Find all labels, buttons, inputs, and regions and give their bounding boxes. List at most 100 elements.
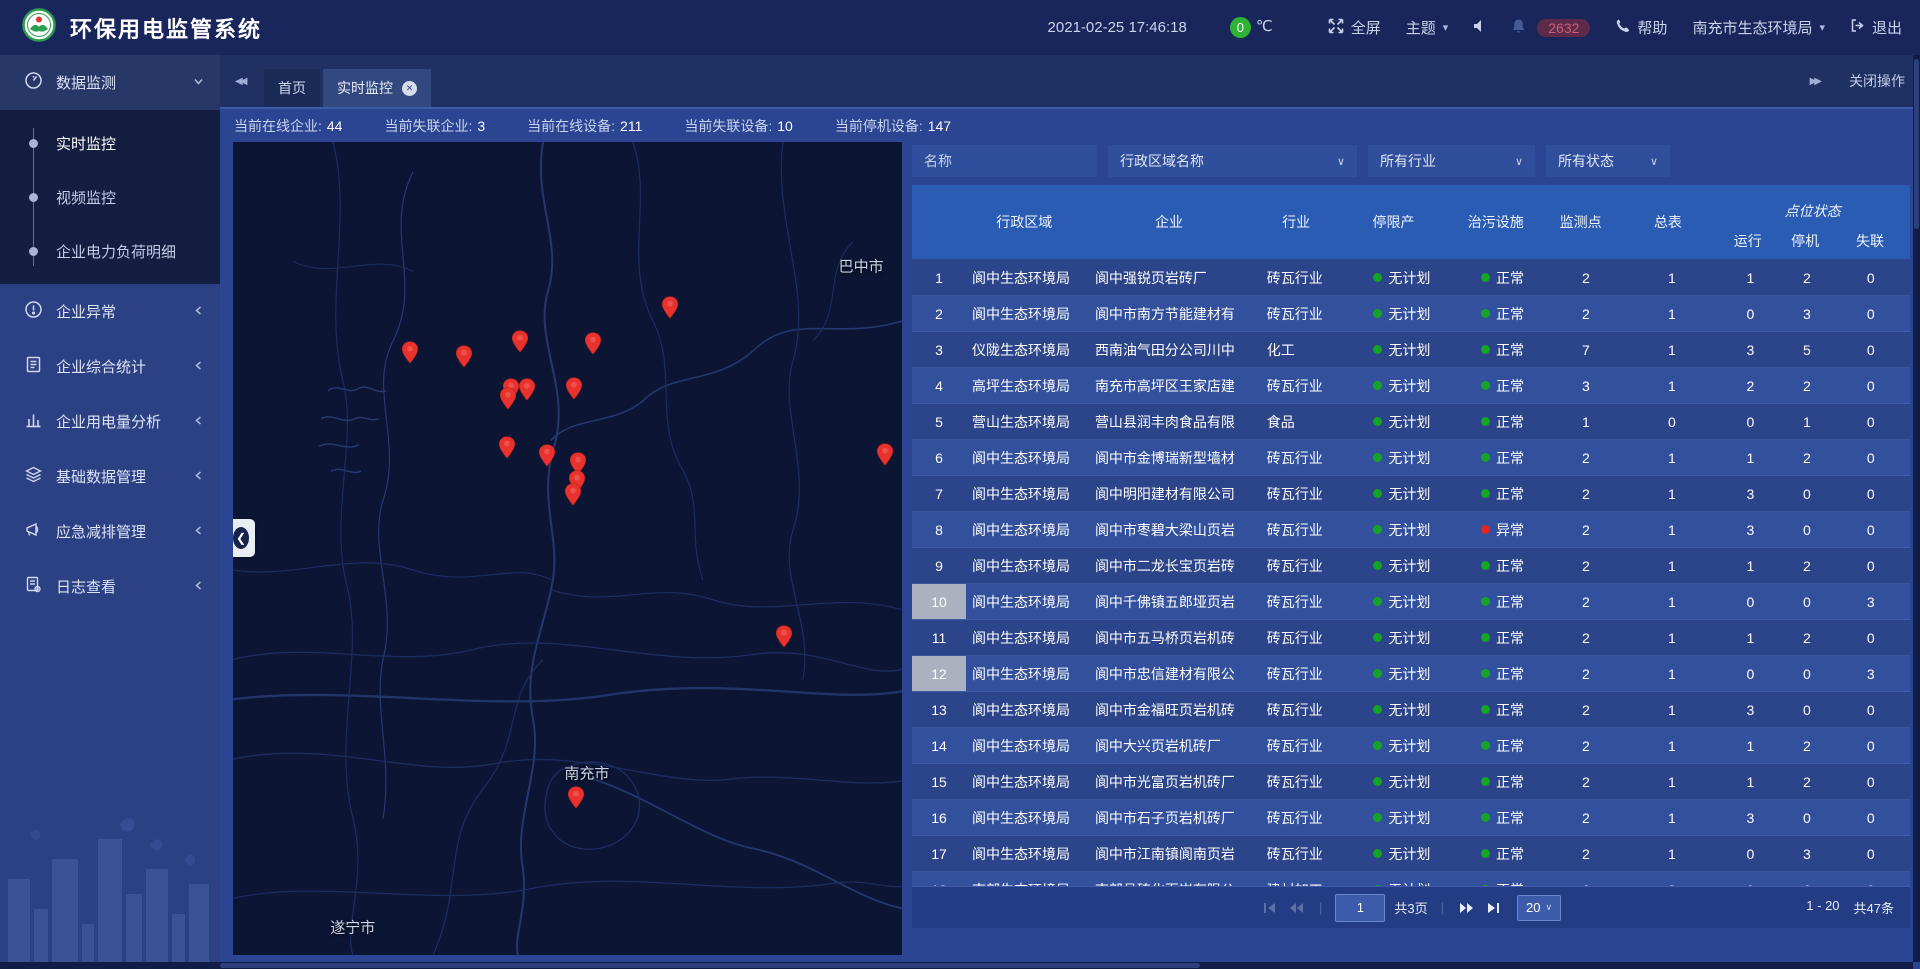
vertical-scrollbar[interactable] — [1913, 55, 1920, 962]
treatment-text: 正常 — [1496, 628, 1524, 648]
notifications-button[interactable]: 2632 — [1511, 18, 1590, 38]
table-row[interactable]: 4高坪生态环境局南充市高坪区王家店建砖瓦行业无计划正常31220 — [912, 368, 1910, 404]
table-row[interactable]: 17阆中生态环境局阆中市江南镇阆南页岩砖瓦行业无计划正常21030 — [912, 836, 1910, 872]
sidebar-item-power-load-detail[interactable]: 企业电力负荷明细 — [0, 224, 220, 278]
sidebar-group-log-view[interactable]: 日志查看 — [0, 559, 220, 614]
map-pin[interactable] — [512, 330, 529, 353]
sidebar-item-video-monitor[interactable]: 视频监控 — [0, 170, 220, 224]
status-dot-icon — [1373, 777, 1382, 786]
table-row[interactable]: 15阆中生态环境局阆中市光富页岩机砖厂砖瓦行业无计划正常21120 — [912, 764, 1910, 800]
table-row[interactable]: 5营山生态环境局营山县润丰肉食品有限食品无计划正常10010 — [912, 404, 1910, 440]
cell-index: 15 — [912, 764, 966, 799]
page-size-select[interactable]: 20 ∨ — [1517, 895, 1561, 921]
map-pin[interactable] — [499, 387, 516, 410]
prev-page-button[interactable] — [1287, 900, 1306, 916]
next-page-button[interactable] — [1457, 900, 1476, 916]
map-pin[interactable] — [538, 444, 555, 467]
sidebar-group-enterprise-stats[interactable]: 企业综合统计 — [0, 339, 220, 394]
map-pin[interactable] — [584, 332, 601, 355]
table-row[interactable]: 2阆中生态环境局阆中市南方节能建材有砖瓦行业无计划正常21030 — [912, 296, 1910, 332]
name-filter-input[interactable] — [912, 145, 1097, 177]
cell-treatment: 正常 — [1458, 548, 1546, 583]
map-pin[interactable] — [518, 378, 535, 401]
first-page-button[interactable] — [1261, 900, 1278, 916]
sidebar-group-emergency-reduction[interactable]: 应急减排管理 — [0, 504, 220, 559]
sidebar-collapse-button[interactable]: ❮ — [233, 519, 255, 557]
table-row[interactable]: 8阆中生态环境局阆中市枣碧大梁山页岩砖瓦行业无计划异常21300 — [912, 512, 1910, 548]
tab-close-icon[interactable]: ✕ — [402, 81, 417, 96]
table-row[interactable]: 12阆中生态环境局阆中市忠信建材有限公砖瓦行业无计划正常21003 — [912, 656, 1910, 692]
org-dropdown[interactable]: 南充市生态环境局 ▾ — [1692, 17, 1825, 38]
table-row[interactable]: 11阆中生态环境局阆中市五马桥页岩机砖砖瓦行业无计划正常21120 — [912, 620, 1910, 656]
last-page-button[interactable] — [1485, 900, 1502, 916]
sidebar-item-realtime-monitor[interactable]: 实时监控 — [0, 116, 220, 170]
map-pin[interactable] — [564, 483, 581, 506]
stat-item: 当前失联企业:3 — [384, 116, 485, 136]
close-operations-button[interactable]: 关闭操作 — [1849, 71, 1905, 91]
status-dot-icon — [1373, 453, 1382, 462]
status-filter-select[interactable]: 所有状态 ∨ — [1546, 145, 1670, 177]
table-row[interactable]: 13阆中生态环境局阆中市金福旺页岩机砖砖瓦行业无计划正常21300 — [912, 692, 1910, 728]
horizontal-scrollbar[interactable] — [0, 962, 1913, 969]
tab-realtime-monitor[interactable]: 实时监控 ✕ — [323, 69, 431, 107]
map-pin[interactable] — [402, 341, 419, 364]
map-pin[interactable] — [661, 296, 678, 319]
page-size-value: 20 — [1526, 900, 1540, 915]
cell-total-meter: 1 — [1625, 656, 1718, 691]
table-row[interactable]: 7阆中生态环境局阆中明阳建材有限公司砖瓦行业无计划正常21300 — [912, 476, 1910, 512]
help-button[interactable]: 帮助 — [1615, 17, 1667, 38]
cell-offline: 0 — [1831, 512, 1910, 547]
logout-button[interactable]: 退出 — [1850, 17, 1902, 38]
cell-company: 阆中市南方节能建材有 — [1085, 296, 1267, 331]
cell-monitor-points: 2 — [1547, 512, 1626, 547]
sidebar-group-data-monitoring[interactable]: 数据监测 — [0, 55, 220, 110]
sidebar-group-power-usage-analysis[interactable]: 企业用电量分析 — [0, 394, 220, 449]
region-filter-select[interactable]: 行政区域名称 ∨ — [1108, 145, 1357, 177]
table-row[interactable]: 14阆中生态环境局阆中大兴页岩机砖厂砖瓦行业无计划正常21120 — [912, 728, 1910, 764]
map-pin[interactable] — [499, 436, 516, 459]
page-number-input[interactable] — [1335, 894, 1385, 922]
mute-button[interactable] — [1473, 19, 1486, 37]
cell-company: 营山县润丰肉食品有限 — [1085, 404, 1267, 439]
tabs-scroll-left-button[interactable]: ◀◀ — [235, 55, 244, 107]
sidebar-group-enterprise-abnormal[interactable]: 企业异常 — [0, 284, 220, 339]
chevron-left-icon — [193, 358, 204, 375]
map-pin[interactable] — [876, 443, 893, 466]
map-pin[interactable] — [776, 625, 793, 648]
sidebar-group-base-data-management[interactable]: 基础数据管理 — [0, 449, 220, 504]
stat-label: 当前在线设备: — [527, 118, 615, 134]
map-panel[interactable]: 巴中市南充市遂宁市 ❮ — [233, 142, 902, 955]
table-row[interactable]: 1阆中生态环境局阆中强锐页岩砖厂砖瓦行业无计划正常21120 — [912, 260, 1910, 296]
cell-total-meter: 1 — [1625, 512, 1718, 547]
cell-offline: 3 — [1831, 656, 1910, 691]
map-roads-layer — [233, 142, 902, 955]
table-row[interactable]: 6阆中生态环境局阆中市金博瑞新型墙材砖瓦行业无计划正常21120 — [912, 440, 1910, 476]
map-pin[interactable] — [566, 377, 583, 400]
theme-dropdown[interactable]: 主题 ▾ — [1406, 17, 1449, 38]
cell-stop-plan: 无计划 — [1345, 548, 1458, 583]
table-row[interactable]: 16阆中生态环境局阆中市石子页岩机砖厂砖瓦行业无计划正常21300 — [912, 800, 1910, 836]
table-row[interactable]: 9阆中生态环境局阆中市二龙长宝页岩砖砖瓦行业无计划正常21120 — [912, 548, 1910, 584]
cell-industry: 砖瓦行业 — [1267, 368, 1346, 403]
map-pin[interactable] — [568, 786, 585, 809]
stat-item: 当前停机设备:147 — [835, 116, 951, 136]
scrollbar-thumb[interactable] — [1914, 59, 1919, 229]
tabs-scroll-right-button[interactable]: ▶▶ — [1810, 76, 1819, 87]
treatment-text: 正常 — [1496, 376, 1524, 396]
status-dot-icon — [1481, 561, 1490, 570]
map-pin[interactable] — [455, 345, 472, 368]
cell-total-meter: 1 — [1625, 368, 1718, 403]
chevron-left-icon — [193, 413, 204, 430]
table-row[interactable]: 18南部生态环境局南部县砖化页岩有限公建材加工无计划正常60060 — [912, 872, 1910, 886]
fullscreen-button[interactable]: 全屏 — [1328, 17, 1381, 38]
industry-filter-select[interactable]: 所有行业 ∨ — [1368, 145, 1535, 177]
status-dot-icon — [1373, 561, 1382, 570]
tab-home[interactable]: 首页 — [264, 69, 320, 107]
cell-industry: 砖瓦行业 — [1267, 296, 1346, 331]
table-row[interactable]: 3仪陇生态环境局西南油气田分公司川中化工无计划正常71350 — [912, 332, 1910, 368]
cell-halted: 0 — [1782, 476, 1831, 511]
scrollbar-thumb[interactable] — [220, 963, 1200, 968]
cell-total-meter: 1 — [1625, 296, 1718, 331]
cell-region: 营山生态环境局 — [966, 404, 1085, 439]
table-row[interactable]: 10阆中生态环境局阆中千佛镇五郎垭页岩砖瓦行业无计划正常21003 — [912, 584, 1910, 620]
